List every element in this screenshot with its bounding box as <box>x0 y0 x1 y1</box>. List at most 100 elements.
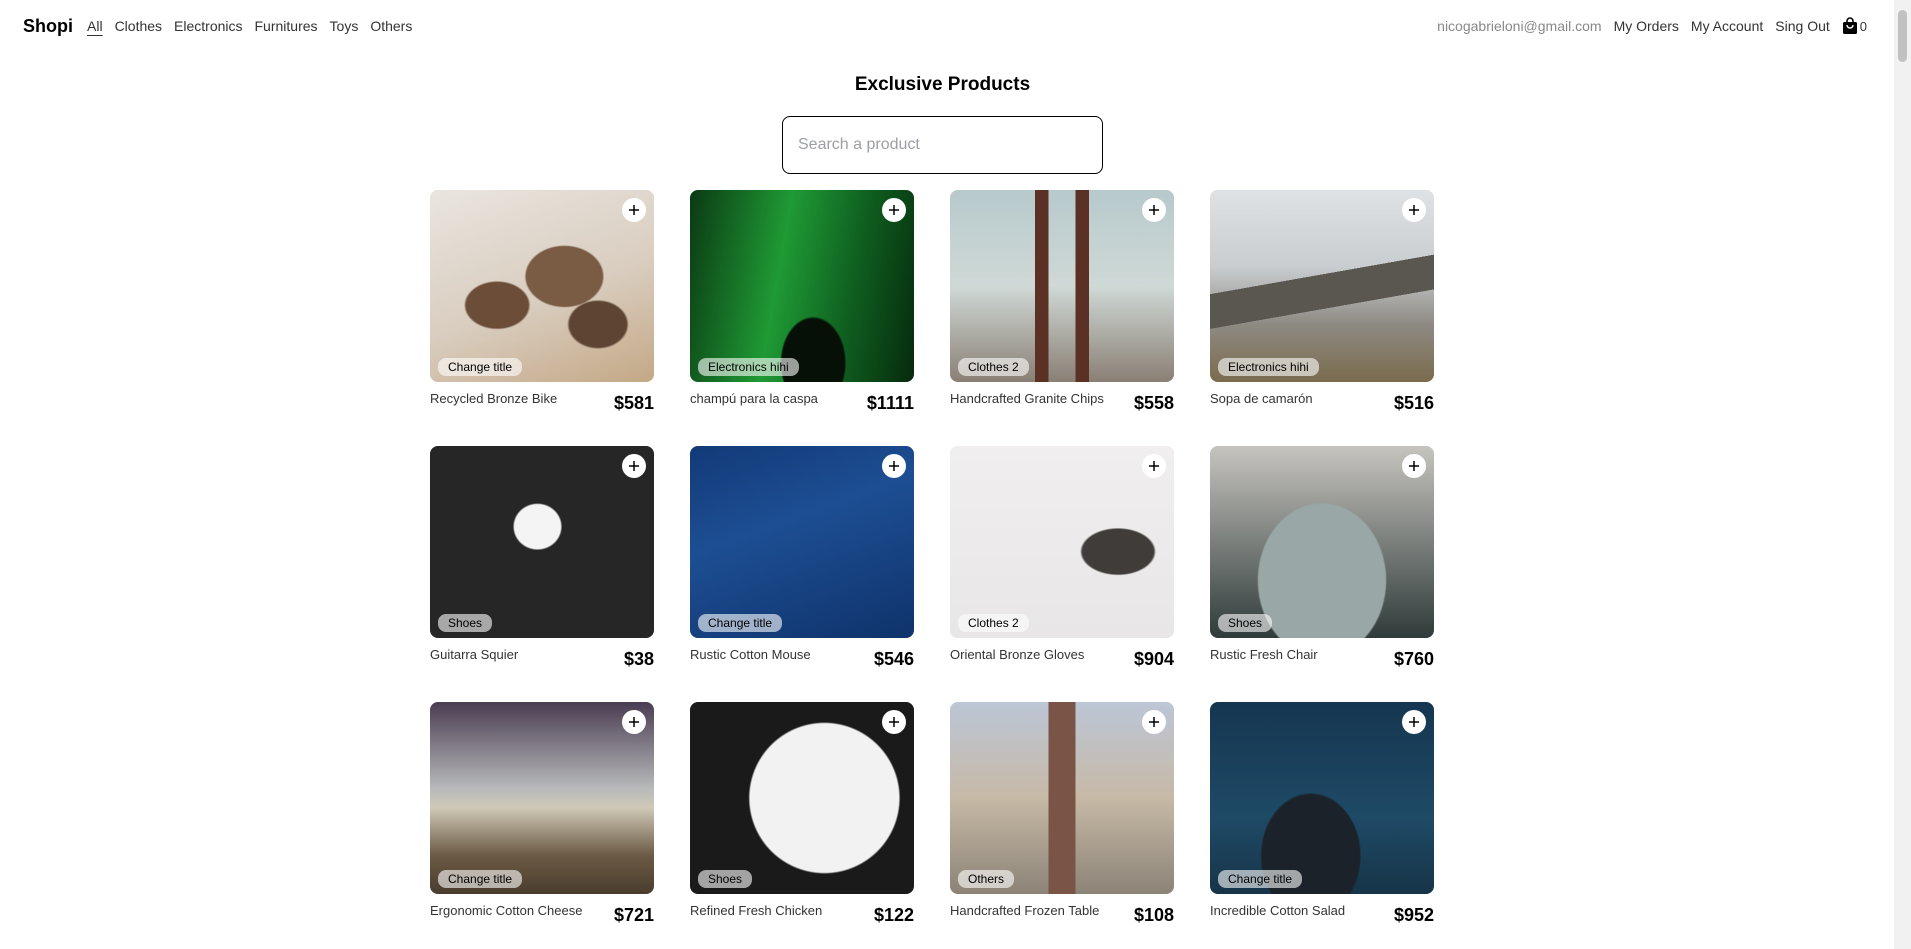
product-image-frame[interactable]: Shoes <box>1210 446 1434 638</box>
product-image-frame[interactable]: Others <box>950 702 1174 894</box>
category-badge: Shoes <box>1218 614 1273 632</box>
plus-icon <box>889 205 899 215</box>
product-image-frame[interactable]: Change title <box>430 702 654 894</box>
plus-icon <box>1409 717 1419 727</box>
category-badge: Electronics hihi <box>1218 358 1319 376</box>
product-image-frame[interactable]: Clothes 2 <box>950 190 1174 382</box>
product-card[interactable]: Change title Recycled Bronze Bike $581 <box>430 190 654 446</box>
product-info: Ergonomic Cotton Cheese $721 <box>430 903 654 926</box>
product-card[interactable]: Change title Rustic Cotton Mouse $546 <box>690 446 914 702</box>
nav-link-all[interactable]: All <box>87 18 103 34</box>
product-image-frame[interactable]: Change title <box>690 446 914 638</box>
add-to-cart-button[interactable] <box>882 198 906 222</box>
nav-link-toys[interactable]: Toys <box>330 18 359 34</box>
category-badge: Shoes <box>698 870 753 888</box>
plus-icon <box>629 461 639 471</box>
add-to-cart-button[interactable] <box>1142 454 1166 478</box>
scrollbar[interactable] <box>1894 0 1911 949</box>
product-image <box>690 190 914 382</box>
category-badge: Clothes 2 <box>958 614 1029 632</box>
category-badge: Change title <box>1218 870 1303 888</box>
product-image-frame[interactable]: Electronics hihi <box>1210 190 1434 382</box>
search-input[interactable] <box>782 116 1103 174</box>
product-image <box>950 446 1174 638</box>
product-card[interactable]: Shoes Rustic Fresh Chair $760 <box>1210 446 1434 702</box>
product-info: Handcrafted Frozen Table $108 <box>950 903 1174 926</box>
add-to-cart-button[interactable] <box>1402 198 1426 222</box>
plus-icon <box>629 717 639 727</box>
product-name: Handcrafted Frozen Table <box>950 903 1100 918</box>
add-to-cart-button[interactable] <box>1402 454 1426 478</box>
plus-icon <box>889 717 899 727</box>
product-image <box>1210 446 1434 638</box>
product-card[interactable]: Clothes 2 Handcrafted Granite Chips $558 <box>950 190 1174 446</box>
product-card[interactable]: Electronics hihi Sopa de camarón $516 <box>1210 190 1434 446</box>
product-info: Recycled Bronze Bike $581 <box>430 391 654 414</box>
sign-out-link[interactable]: Sing Out <box>1775 18 1829 34</box>
nav-left: Shopi All Clothes Electronics Furnitures… <box>23 16 424 37</box>
scrollbar-thumb[interactable] <box>1898 10 1907 62</box>
my-orders-link[interactable]: My Orders <box>1614 18 1679 34</box>
my-account-link[interactable]: My Account <box>1691 18 1763 34</box>
add-to-cart-button[interactable] <box>622 198 646 222</box>
nav-link-electronics[interactable]: Electronics <box>174 18 242 34</box>
product-image <box>430 190 654 382</box>
product-info: Handcrafted Granite Chips $558 <box>950 391 1174 414</box>
add-to-cart-button[interactable] <box>1402 710 1426 734</box>
add-to-cart-button[interactable] <box>1142 710 1166 734</box>
product-price: $516 <box>1393 393 1434 413</box>
product-name: champú para la caspa <box>690 391 818 406</box>
cart-count: 0 <box>1859 18 1867 34</box>
add-to-cart-button[interactable] <box>882 454 906 478</box>
nav-link-furnitures[interactable]: Furnitures <box>255 18 318 34</box>
product-price: $721 <box>613 905 654 925</box>
product-image-frame[interactable]: Change title <box>430 190 654 382</box>
product-image <box>430 446 654 638</box>
product-image <box>950 702 1174 894</box>
product-card[interactable]: Others Handcrafted Frozen Table $108 <box>950 702 1174 949</box>
product-image-frame[interactable]: Electronics hihi <box>690 190 914 382</box>
product-name: Guitarra Squier <box>430 647 519 662</box>
product-card[interactable]: Electronics hihi champú para la caspa $1… <box>690 190 914 446</box>
product-price: $38 <box>623 649 654 669</box>
product-info: Rustic Cotton Mouse $546 <box>690 647 914 670</box>
nav-link-others[interactable]: Others <box>370 18 412 34</box>
plus-icon <box>629 205 639 215</box>
product-name: Ergonomic Cotton Cheese <box>430 903 583 918</box>
add-to-cart-button[interactable] <box>882 710 906 734</box>
product-image <box>950 190 1174 382</box>
category-badge: Change title <box>438 358 523 376</box>
nav-link-clothes[interactable]: Clothes <box>115 18 162 34</box>
plus-icon <box>1149 205 1159 215</box>
add-to-cart-button[interactable] <box>622 710 646 734</box>
product-card[interactable]: Change title Incredible Cotton Salad $95… <box>1210 702 1434 949</box>
shopping-bag-icon <box>1842 17 1857 34</box>
category-badge: Change title <box>438 870 523 888</box>
product-image-frame[interactable]: Clothes 2 <box>950 446 1174 638</box>
plus-icon <box>889 461 899 471</box>
add-to-cart-button[interactable] <box>1142 198 1166 222</box>
brand-logo[interactable]: Shopi <box>23 16 73 37</box>
navbar: Shopi All Clothes Electronics Furnitures… <box>0 0 1890 52</box>
product-name: Refined Fresh Chicken <box>690 903 823 918</box>
product-image-frame[interactable]: Shoes <box>430 446 654 638</box>
product-image <box>1210 190 1434 382</box>
product-info: Guitarra Squier $38 <box>430 647 654 670</box>
product-card[interactable]: Clothes 2 Oriental Bronze Gloves $904 <box>950 446 1174 702</box>
category-badge: Shoes <box>438 614 493 632</box>
product-price: $546 <box>873 649 914 669</box>
plus-icon <box>1409 205 1419 215</box>
product-price: $122 <box>873 905 914 925</box>
add-to-cart-button[interactable] <box>622 454 646 478</box>
product-card[interactable]: Change title Ergonomic Cotton Cheese $72… <box>430 702 654 949</box>
cart-button[interactable]: 0 <box>1842 17 1867 35</box>
product-card[interactable]: Shoes Refined Fresh Chicken $122 <box>690 702 914 949</box>
page-title: Exclusive Products <box>854 74 1031 95</box>
product-image-frame[interactable]: Change title <box>1210 702 1434 894</box>
product-price: $558 <box>1133 393 1174 413</box>
product-card[interactable]: Shoes Guitarra Squier $38 <box>430 446 654 702</box>
product-image-frame[interactable]: Shoes <box>690 702 914 894</box>
product-grid: Change title Recycled Bronze Bike $581 E… <box>430 190 1435 949</box>
product-price: $760 <box>1393 649 1434 669</box>
category-badge: Change title <box>698 614 783 632</box>
